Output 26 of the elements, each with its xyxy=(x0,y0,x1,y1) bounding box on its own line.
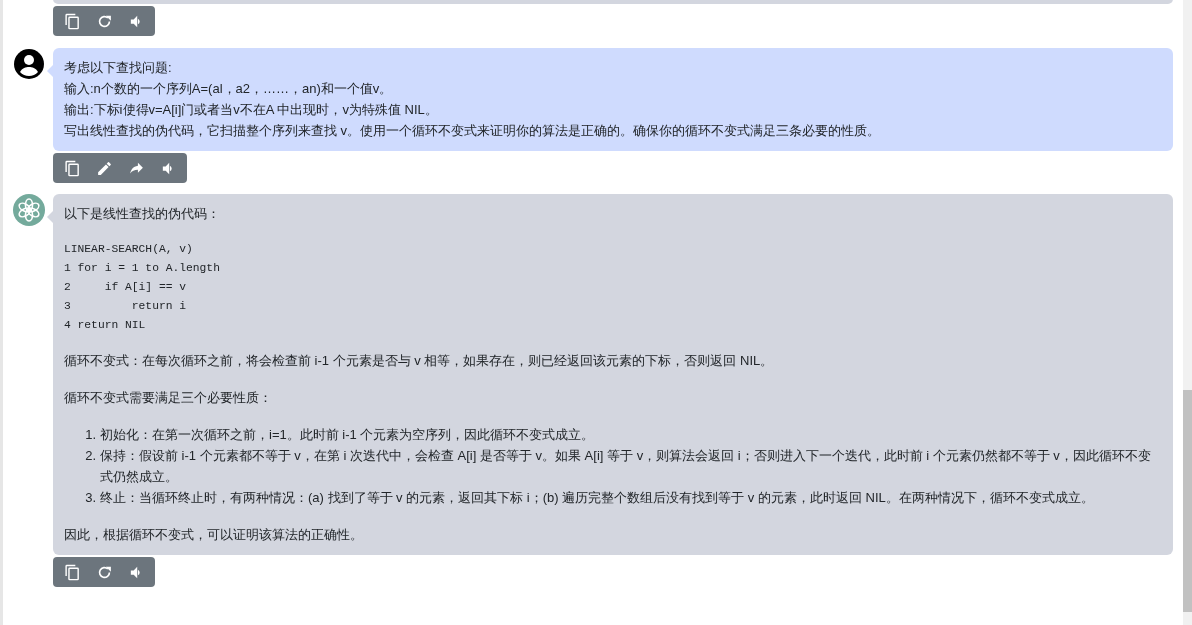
list-number: 2. xyxy=(84,447,96,465)
message-text: 因此，根据循环不变式，可以证明该算法的正确性。 xyxy=(64,526,364,544)
list-item: 终止：当循环终止时，有两种情况：(a) 找到了等于 v 的元素，返回其下标 i；(b) 遍历完整个数组后没有找到等于 v 的元素，此时返回 NIL。在两种情况下，循环不变式成立。 xyxy=(100,489,1094,507)
code-line: LINEAR-SEARCH(A, v) xyxy=(64,242,194,257)
list-item: 初始化：在第一次循环之前，i=1。此时前 i-1 个元素为空序列，因此循环不变式成立。 xyxy=(100,426,595,444)
message-text: 输入:n个数的一个序列A=(al，a2，……，an)和一个值v。 xyxy=(64,80,394,98)
list-item: 保持：假设前 i-1 个元素都不等于 v，在第 i 次迭代中，会检查 A[i] 是否等于 v。如果 A[i] 等于 v，则算法会返回 i；否则进入下一个迭代，此时前 i 个元素仍然都不等于 v，因此循环不变式仍然成立。 xyxy=(100,447,1152,486)
message-text: 输出:下标i使得v=A[i]门或者当v不在A 中出现时，v为特殊值 NIL。 xyxy=(64,101,439,119)
copy-icon xyxy=(63,12,81,30)
list-number: 1. xyxy=(84,426,96,444)
message-text: 循环不变式：在每次循环之前，将会检查前 i-1 个元素是否与 v 相等，如果存在，则已经返回该元素的下标，否则返回 NIL。 xyxy=(64,352,775,370)
message-text: 写出线性查找的伪代码，它扫描整个序列来查找 v。使用一个循环不变式来证明你的算法是正确的。确保你的循环不变式满足三条必要的性质。 xyxy=(64,122,882,140)
message-text: 考虑以下查找问题: xyxy=(64,59,173,77)
user-avatar-icon xyxy=(13,48,45,80)
code-line: 3 return i xyxy=(64,299,188,314)
scrollbar[interactable] xyxy=(1183,0,1192,625)
pencil-icon xyxy=(95,159,113,177)
code-line: 4 return NIL xyxy=(64,318,147,333)
code-line: 2 if A[i] == v xyxy=(64,280,188,295)
assistant-avatar-icon xyxy=(13,194,45,226)
message-text: 循环不变式需要满足三个必要性质： xyxy=(64,389,273,407)
message-text: 以下是线性查找的伪代码： xyxy=(64,205,221,223)
list-number: 3. xyxy=(84,489,96,507)
code-line: 1 for i = 1 to A.length xyxy=(64,261,221,276)
copy-icon xyxy=(63,563,81,581)
copy-icon xyxy=(63,159,81,177)
